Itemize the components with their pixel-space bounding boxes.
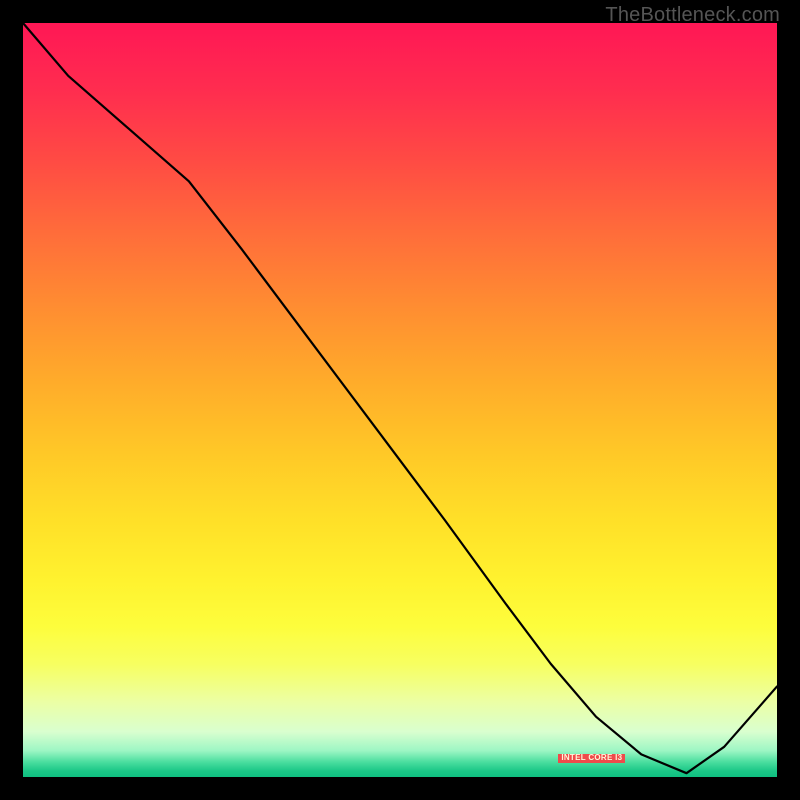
chart-line-layer (23, 23, 777, 777)
chart-container: TheBottleneck.com INTEL CORE I3 (0, 0, 800, 800)
series-label-badge: INTEL CORE I3 (558, 754, 625, 763)
watermark-text: TheBottleneck.com (605, 4, 780, 27)
plot-area: INTEL CORE I3 (23, 23, 777, 777)
chart-line (23, 23, 777, 773)
